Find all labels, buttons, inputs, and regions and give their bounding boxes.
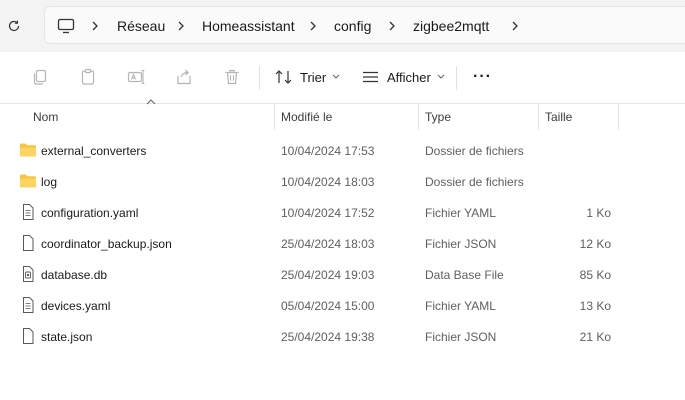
file-row[interactable]: coordinator_backup.json 25/04/2024 18:03…: [14, 228, 674, 259]
view-label: Afficher: [387, 69, 431, 85]
view-button[interactable]: Afficher: [362, 64, 445, 90]
file-type: Fichier JSON: [425, 329, 497, 344]
file-size: 1 Ko: [586, 205, 611, 220]
column-header-size[interactable]: Taille: [538, 104, 618, 130]
folder-icon: [20, 174, 36, 188]
file-size: [544, 135, 611, 166]
sort-label: Trier: [300, 69, 327, 85]
file-row[interactable]: database.db 25/04/2024 19:03 Data Base F…: [14, 259, 674, 290]
column-header-name[interactable]: Nom: [26, 104, 274, 130]
file-type: Fichier JSON: [425, 236, 497, 251]
file-row[interactable]: external_converters 10/04/2024 17:53 Dos…: [14, 135, 674, 166]
database-file-icon: [23, 266, 34, 282]
chevron-right-icon[interactable]: [174, 7, 188, 45]
chevron-down-icon: [332, 74, 340, 79]
file-modified: 25/04/2024 19:38: [281, 329, 375, 344]
text-file-icon: [23, 297, 34, 313]
breadcrumb-item-reseau[interactable]: Réseau: [117, 7, 165, 45]
sort-button[interactable]: Trier: [275, 64, 340, 90]
file-name: state.json: [41, 329, 93, 344]
file-size: [544, 166, 611, 197]
toolbar-divider: [259, 66, 260, 90]
file-icon: [23, 328, 34, 344]
text-file-icon: [23, 204, 34, 220]
file-name: log: [41, 174, 58, 189]
file-size: 13 Ko: [579, 298, 611, 313]
command-bar: Trier Afficher ···: [0, 52, 685, 104]
file-name: devices.yaml: [41, 298, 111, 313]
column-header-row: Nom Modifié le Type Taille: [0, 104, 685, 130]
address-bar: Réseau Homeassistant config zigbee2mqtt: [0, 0, 685, 52]
column-resize-handle[interactable]: [618, 104, 619, 130]
file-type: Dossier de fichiers: [425, 174, 524, 189]
file-size: 12 Ko: [579, 236, 611, 251]
delete-icon[interactable]: [221, 66, 243, 88]
paste-icon[interactable]: [77, 66, 99, 88]
file-modified: 25/04/2024 18:03: [281, 236, 375, 251]
file-name: configuration.yaml: [41, 205, 139, 220]
file-size: 21 Ko: [579, 329, 611, 344]
file-row[interactable]: log 10/04/2024 18:03 Dossier de fichiers: [14, 166, 674, 197]
toolbar-divider: [456, 66, 457, 90]
file-modified: 10/04/2024 17:53: [281, 143, 375, 158]
file-type: Fichier YAML: [425, 205, 496, 220]
file-type: Fichier YAML: [425, 298, 496, 313]
file-modified: 10/04/2024 17:52: [281, 205, 375, 220]
column-header-modified[interactable]: Modifié le: [274, 104, 418, 130]
chevron-down-icon: [437, 74, 445, 79]
breadcrumb[interactable]: Réseau Homeassistant config zigbee2mqtt: [44, 6, 685, 44]
folder-icon: [20, 143, 36, 157]
share-icon[interactable]: [173, 66, 195, 88]
file-name: coordinator_backup.json: [41, 236, 172, 251]
chevron-right-icon[interactable]: [508, 7, 522, 45]
more-options-button[interactable]: ···: [473, 64, 492, 90]
file-name: database.db: [41, 267, 108, 282]
computer-icon[interactable]: [57, 7, 75, 45]
file-modified: 10/04/2024 18:03: [281, 174, 375, 189]
file-type: Data Base File: [425, 267, 504, 282]
file-row[interactable]: devices.yaml 05/04/2024 15:00 Fichier YA…: [14, 290, 674, 321]
refresh-icon[interactable]: [4, 16, 24, 36]
breadcrumb-item-config[interactable]: config: [334, 7, 371, 45]
file-type: Dossier de fichiers: [425, 143, 524, 158]
chevron-right-icon[interactable]: [385, 7, 399, 45]
file-row[interactable]: configuration.yaml 10/04/2024 17:52 Fich…: [14, 197, 674, 228]
chevron-right-icon[interactable]: [306, 7, 320, 45]
file-size: 85 Ko: [579, 267, 611, 282]
chevron-right-icon[interactable]: [88, 7, 102, 45]
breadcrumb-item-homeassistant[interactable]: Homeassistant: [202, 7, 295, 45]
file-modified: 25/04/2024 19:03: [281, 267, 375, 282]
view-list-icon: [363, 71, 378, 83]
file-modified: 05/04/2024 15:00: [281, 298, 375, 313]
rename-icon[interactable]: [125, 66, 147, 88]
file-icon: [23, 235, 34, 251]
copy-icon[interactable]: [29, 66, 51, 88]
breadcrumb-item-zigbee2mqtt[interactable]: zigbee2mqtt: [413, 7, 489, 45]
file-row[interactable]: state.json 25/04/2024 19:38 Fichier JSON…: [14, 321, 674, 352]
column-header-type[interactable]: Type: [418, 104, 538, 130]
sort-icon: [275, 70, 292, 84]
file-name: external_converters: [41, 143, 147, 158]
